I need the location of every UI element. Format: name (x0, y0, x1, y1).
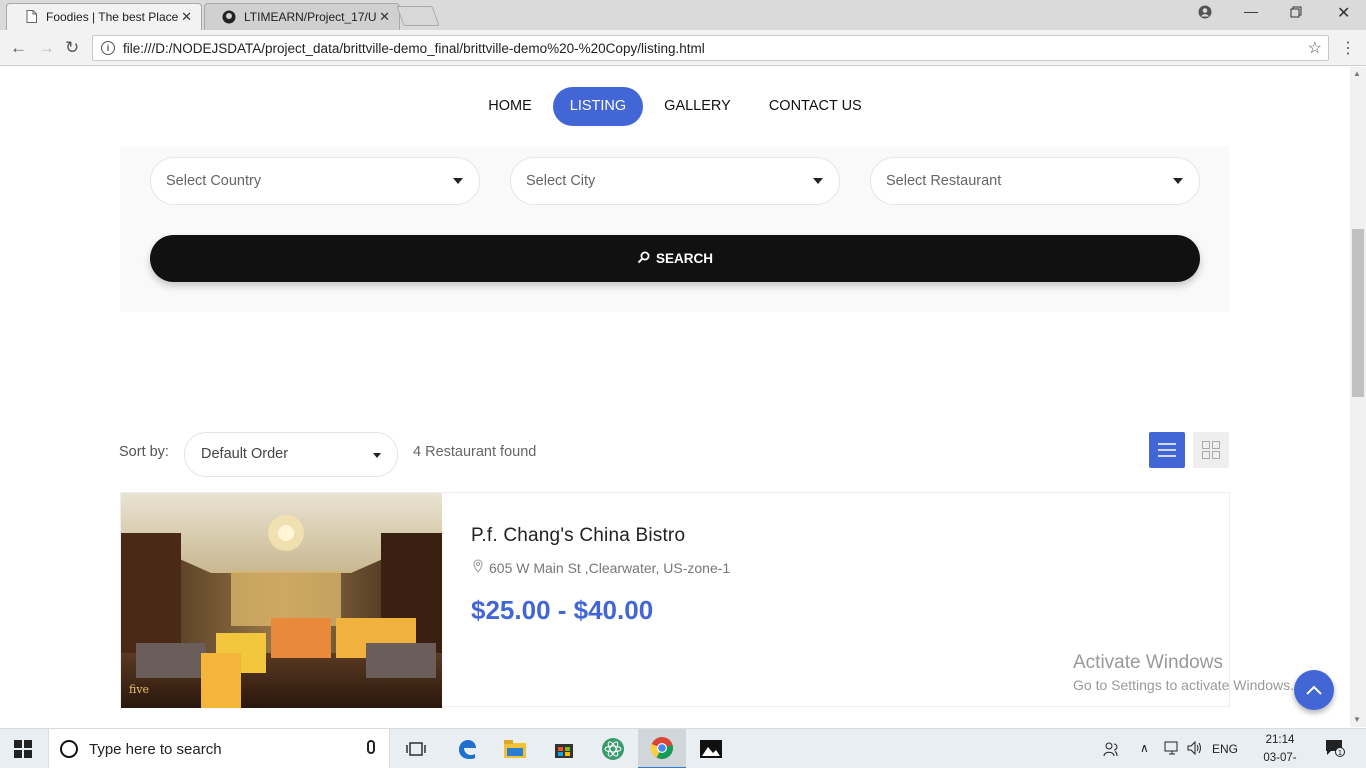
taskbar-search-box[interactable]: Type here to search (48, 729, 390, 768)
caret-down-icon (1173, 178, 1183, 184)
page-viewport: HOME LISTING GALLERY CONTACT US Select C… (0, 67, 1350, 727)
search-icon (637, 251, 650, 267)
maximize-icon[interactable] (1290, 5, 1302, 21)
list-icon (1158, 443, 1176, 457)
select-country[interactable]: Select Country (150, 157, 480, 205)
notifications-icon[interactable]: 1 (1325, 739, 1345, 760)
minimize-icon[interactable]: — (1244, 3, 1258, 19)
grid-icon (1202, 441, 1220, 459)
windows-taskbar: Type here to search ∧ ENG 21:14 03-07- 1 (0, 728, 1366, 768)
tab-foodies[interactable]: Foodies | The best Place t ✕ (6, 3, 202, 30)
bookmark-star-icon[interactable]: ☆ (1308, 38, 1322, 58)
scrollbar-thumb[interactable] (1352, 229, 1364, 397)
select-city[interactable]: Select City (510, 157, 840, 205)
activate-windows-subtitle: Go to Settings to activate Windows. (1073, 677, 1294, 693)
network-icon[interactable] (1164, 741, 1180, 758)
reload-icon[interactable]: ↻ (65, 38, 79, 58)
atom-editor-icon[interactable] (589, 729, 637, 768)
github-icon (222, 10, 236, 24)
scroll-to-top-button[interactable] (1294, 670, 1334, 710)
photos-icon[interactable] (687, 729, 735, 768)
activate-windows-title: Activate Windows (1073, 652, 1223, 673)
chevron-up-tray-icon[interactable]: ∧ (1140, 741, 1149, 755)
info-icon[interactable]: i (101, 41, 115, 55)
caret-down-icon (453, 178, 463, 184)
notification-count: 1 (1338, 749, 1342, 757)
restaurant-logo-text: five (129, 683, 149, 696)
caret-down-icon (813, 178, 823, 184)
select-country-placeholder: Select Country (166, 173, 262, 189)
new-tab-button[interactable] (396, 6, 440, 26)
volume-icon[interactable] (1187, 740, 1203, 758)
file-explorer-icon[interactable] (491, 729, 539, 768)
nav-gallery[interactable]: GALLERY (647, 87, 748, 126)
sort-label: Sort by: (119, 444, 169, 460)
restaurant-name[interactable]: P.f. Chang's China Bistro (471, 525, 685, 547)
restaurant-photo[interactable]: five (121, 493, 442, 708)
search-button-label: SEARCH (655, 251, 713, 266)
main-nav: HOME LISTING GALLERY CONTACT US (0, 87, 1350, 126)
restaurant-card[interactable]: five P.f. Chang's China Bistro 605 W Mai… (120, 492, 1230, 708)
page-scrollbar[interactable]: ▲ ▼ (1350, 67, 1366, 727)
task-view-icon[interactable] (392, 729, 440, 768)
select-restaurant[interactable]: Select Restaurant (870, 157, 1200, 205)
store-icon[interactable] (540, 729, 588, 768)
map-pin-icon (473, 559, 483, 576)
browser-tab-strip: Foodies | The best Place t ✕ LTIMEARN/Pr… (0, 0, 1366, 30)
close-window-icon[interactable]: ✕ (1337, 3, 1350, 23)
url-text: file:///D:/NODEJSDATA/project_data/britt… (123, 40, 705, 56)
back-arrow-icon[interactable]: ← (10, 38, 27, 58)
search-button[interactable]: SEARCH (150, 235, 1200, 282)
windows-start-icon[interactable] (14, 740, 32, 763)
cortana-icon (60, 740, 78, 758)
select-city-placeholder: Select City (526, 173, 596, 189)
chrome-icon[interactable] (638, 729, 686, 768)
scroll-down-arrow-icon[interactable]: ▼ (1353, 715, 1361, 724)
restaurant-address: 605 W Main St ,Clearwater, US-zone-1 (473, 559, 730, 576)
close-tab-icon[interactable]: ✕ (181, 9, 192, 25)
people-icon[interactable] (1103, 741, 1119, 760)
nav-contact-us[interactable]: CONTACT US (752, 87, 879, 126)
nav-listing[interactable]: LISTING (552, 87, 644, 126)
browser-toolbar: ← → ↻ i file:///D:/NODEJSDATA/project_da… (0, 30, 1366, 66)
address-bar[interactable]: i file:///D:/NODEJSDATA/project_data/bri… (92, 35, 1329, 61)
search-panel: Select Country Select City Select Restau… (120, 146, 1230, 312)
select-restaurant-placeholder: Select Restaurant (886, 173, 1002, 189)
results-count: 4 Restaurant found (413, 444, 537, 460)
list-view-button[interactable] (1149, 432, 1185, 468)
clock-time: 21:14 (1265, 734, 1295, 746)
tab-title: Foodies | The best Place t (46, 9, 178, 24)
edge-browser-icon[interactable] (443, 729, 491, 768)
scroll-up-arrow-icon[interactable]: ▲ (1353, 69, 1361, 78)
language-indicator[interactable]: ENG (1212, 742, 1238, 756)
chevron-up-icon (1306, 685, 1322, 695)
taskbar-clock[interactable]: 21:14 03-07-2018 (1254, 731, 1306, 768)
menu-icon[interactable]: ⋮ (1340, 38, 1356, 58)
taskbar-search-placeholder: Type here to search (89, 740, 222, 758)
grid-view-button[interactable] (1193, 432, 1229, 468)
sort-select[interactable]: Default Order (184, 432, 398, 477)
address-text: 605 W Main St ,Clearwater, US-zone-1 (489, 559, 731, 576)
tab-github[interactable]: LTIMEARN/Project_17/UI ✕ (204, 3, 400, 30)
clock-date: 03-07-2018 (1263, 752, 1297, 764)
price-range: $25.00 - $40.00 (471, 595, 654, 625)
forward-arrow-icon[interactable]: → (38, 38, 55, 58)
nav-home[interactable]: HOME (471, 87, 549, 126)
microphone-icon[interactable] (367, 740, 375, 754)
caret-down-icon (373, 453, 381, 458)
tab-title: LTIMEARN/Project_17/UI (244, 9, 376, 24)
sort-value: Default Order (201, 446, 289, 462)
page-icon (24, 10, 38, 24)
close-tab-icon[interactable]: ✕ (379, 9, 390, 25)
profile-icon[interactable] (1198, 5, 1212, 22)
